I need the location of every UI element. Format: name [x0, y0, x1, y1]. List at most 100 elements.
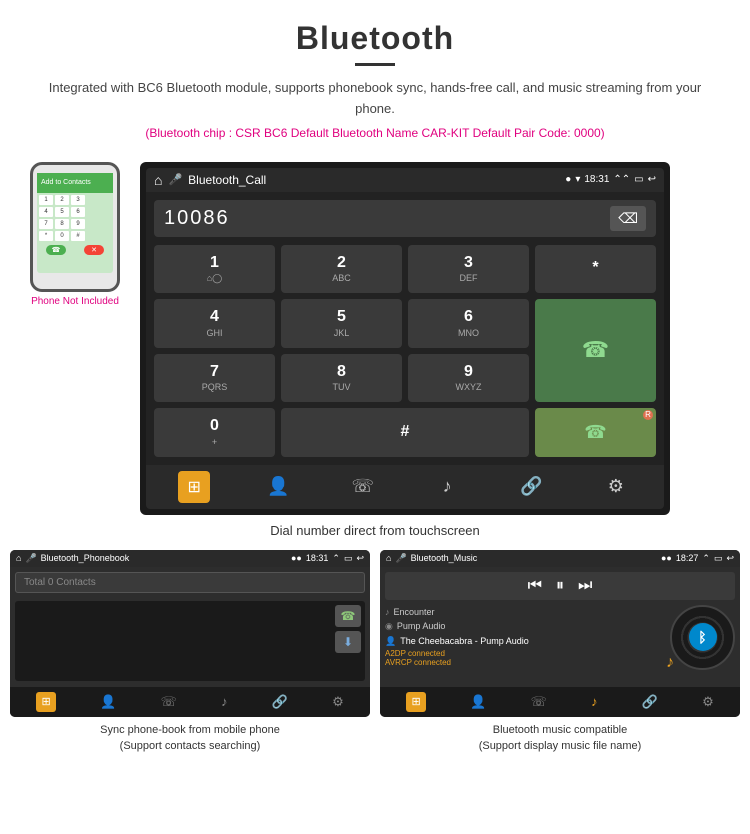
download-contacts-button[interactable]: ⬇ — [335, 631, 361, 653]
key-5[interactable]: 5JKL — [281, 299, 402, 347]
settings-icon[interactable]: ⚙ — [600, 471, 632, 503]
phone-key-4[interactable]: 4 — [39, 207, 53, 217]
pb-time: 18:31 — [306, 553, 329, 563]
dialer-caption: Dial number direct from touchscreen — [0, 523, 750, 538]
title-divider — [355, 63, 395, 66]
mu-link-icon[interactable]: 🔗 — [642, 694, 658, 710]
call-button-1[interactable]: ☎ — [535, 299, 656, 402]
dialer-number-display: 10086 — [164, 207, 610, 230]
music-tracklist: ♪ Encounter ◉ Pump Audio 👤 The Cheebacab… — [385, 605, 664, 670]
track-1-name: Encounter — [394, 607, 435, 617]
phonebook-caption-line1: Sync phone-book from mobile phone — [100, 724, 280, 736]
specs-line: (Bluetooth chip : CSR BC6 Default Blueto… — [40, 126, 710, 140]
phonebook-actions: ☎ ⬇ — [335, 605, 361, 653]
page-title: Bluetooth — [40, 20, 710, 57]
phone-key-9[interactable]: 9 — [71, 219, 85, 229]
music-transport-controls: ⏮ ⏸ ⏭ — [385, 572, 735, 600]
key-8[interactable]: 8TUV — [281, 354, 402, 402]
phonebook-bottom-bar: ⊞ 👤 ☏ ♪ 🔗 ⚙ — [10, 687, 370, 717]
page-description: Integrated with BC6 Bluetooth module, su… — [40, 78, 710, 120]
music-top-bar: ⌂ 🎤 Bluetooth_Music ●● 18:27 ⌃ ▭ ↩ — [380, 550, 740, 567]
pause-button[interactable]: ⏸ — [556, 577, 564, 595]
mu-dot: ●● — [661, 553, 672, 563]
pb-music-icon[interactable]: ♪ — [221, 694, 228, 709]
bluetooth-signal-icon: ᛒ — [114, 162, 120, 171]
time-display: 18:31 — [584, 174, 609, 185]
phone-key-star[interactable]: * — [39, 231, 53, 241]
phone-key-8[interactable]: 8 — [55, 219, 69, 229]
screen-top-bar: ⌂ 🎤 Bluetooth_Call ● ▾ 18:31 ⌃⌃ ▭ ↩ — [146, 168, 664, 192]
pb-contacts-icon[interactable]: 👤 — [100, 694, 116, 710]
phonebook-wrap: ⌂ 🎤 Bluetooth_Phonebook ●● 18:31 ⌃ ▭ ↩ T… — [10, 550, 370, 755]
phone-key-7[interactable]: 7 — [39, 219, 53, 229]
pb-settings-icon[interactable]: ⚙ — [332, 694, 344, 710]
mu-contacts-icon[interactable]: 👤 — [470, 694, 486, 710]
key-hash[interactable]: # — [281, 408, 529, 456]
pb-keypad-icon[interactable]: ⊞ — [36, 692, 56, 712]
pb-link-icon[interactable]: 🔗 — [272, 694, 288, 710]
key-4[interactable]: 4GHI — [154, 299, 275, 347]
call-log-icon[interactable]: ☏ — [347, 471, 379, 503]
phone-key-0[interactable]: 0 — [55, 231, 69, 241]
call-contact-button[interactable]: ☎ — [335, 605, 361, 627]
track-3-name: The Cheebacabra - Pump Audio — [400, 636, 529, 646]
key-7[interactable]: 7PQRS — [154, 354, 275, 402]
phone-end-button[interactable]: ✕ — [84, 245, 104, 255]
phone-key-hash[interactable]: # — [71, 231, 85, 241]
phone-key-6[interactable]: 6 — [71, 207, 85, 217]
skip-forward-button[interactable]: ⏭ — [578, 577, 592, 595]
phone-key-2[interactable]: 2 — [55, 195, 69, 205]
phone-call-button[interactable]: ☎ — [46, 245, 66, 255]
contacts-area: ☎ ⬇ — [15, 601, 365, 681]
pb-back: ↩ — [356, 553, 364, 564]
mu-mic-icon: 🎤 — [395, 553, 406, 564]
keypad-grid: 1⌂◯ 2ABC 3DEF * 4GHI 5JKL — [154, 245, 656, 457]
music-bottom-bar: ⊞ 👤 ☏ ♪ 🔗 ⚙ — [380, 687, 740, 717]
key-0[interactable]: 0+ — [154, 408, 275, 456]
pb-calllog-icon[interactable]: ☏ — [161, 694, 177, 710]
mu-expand: ⌃ — [702, 553, 710, 564]
dialer-screenshot: ⌂ 🎤 Bluetooth_Call ● ▾ 18:31 ⌃⌃ ▭ ↩ 1008… — [140, 162, 670, 515]
bluetooth-badge: ᛒ — [689, 623, 717, 651]
connection-status-2: AVRCP connected — [385, 658, 664, 667]
pb-dot-icon: ●● — [291, 553, 302, 563]
keypad-icon[interactable]: ⊞ — [178, 471, 210, 503]
contacts-icon[interactable]: 👤 — [262, 471, 294, 503]
mu-calllog-icon[interactable]: ☏ — [531, 694, 547, 710]
key-3[interactable]: 3DEF — [408, 245, 529, 293]
phone-screen-top: Add to Contacts — [37, 173, 113, 193]
key-1[interactable]: 1⌂◯ — [154, 245, 275, 293]
dialer-body: 10086 ⌫ 1⌂◯ 2ABC 3DEF * — [146, 192, 664, 465]
phone-screen-content: 1 2 3 4 5 6 7 8 9 * — [37, 193, 113, 257]
key-star[interactable]: * — [535, 245, 656, 293]
mic-icon: 🎤 — [168, 173, 182, 186]
mu-win: ▭ — [714, 553, 723, 564]
music-caption-line2: (Support display music file name) — [479, 740, 642, 752]
key-2[interactable]: 2ABC — [281, 245, 402, 293]
key-9[interactable]: 9WXYZ — [408, 354, 529, 402]
backspace-button[interactable]: ⌫ — [610, 206, 646, 231]
contacts-search-bar[interactable]: Total 0 Contacts — [15, 572, 365, 593]
mu-keypad-icon[interactable]: ⊞ — [406, 692, 426, 712]
skip-back-button[interactable]: ⏮ — [528, 577, 542, 595]
phone-key-3[interactable]: 3 — [71, 195, 85, 205]
key-6[interactable]: 6MNO — [408, 299, 529, 347]
phone-key-5[interactable]: 5 — [55, 207, 69, 217]
mu-settings-icon[interactable]: ⚙ — [702, 694, 714, 710]
mu-time: 18:27 — [676, 553, 699, 563]
mu-music-icon[interactable]: ♪ — [591, 694, 598, 709]
phone-key-1[interactable]: 1 — [39, 195, 53, 205]
track-2-name: Pump Audio — [397, 621, 446, 631]
track-2-icon: ◉ — [385, 621, 393, 632]
call-button-2[interactable]: ☎ R — [535, 408, 656, 456]
phone-screen-label: Add to Contacts — [41, 179, 91, 186]
track-1-icon: ♪ — [385, 607, 390, 617]
link-icon[interactable]: 🔗 — [515, 471, 547, 503]
mu-home-icon: ⌂ — [386, 553, 391, 563]
screen-title: Bluetooth_Call — [188, 173, 559, 187]
track-3-icon: 👤 — [385, 636, 396, 647]
music-icon[interactable]: ♪ — [431, 471, 463, 503]
dialer-bottom-bar: ⊞ 👤 ☏ ♪ 🔗 ⚙ — [146, 465, 664, 509]
status-bar: ● ▾ 18:31 ⌃⌃ ▭ ↩ — [565, 174, 656, 185]
track-1: ♪ Encounter — [385, 605, 664, 619]
